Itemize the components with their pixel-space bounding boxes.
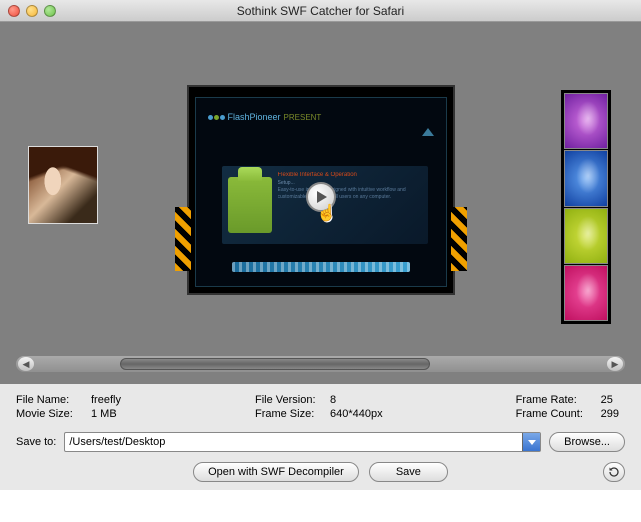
thumbnail-left[interactable] — [28, 146, 98, 224]
frame-count-value: 299 — [601, 408, 619, 420]
brand-text: FlashPioneer — [228, 112, 281, 122]
window-title: Sothink SWF Catcher for Safari — [0, 4, 641, 18]
cursor-icon: ☝ — [317, 203, 337, 223]
info-area: File Name:freefly Movie Size:1 MB File V… — [0, 384, 641, 490]
scroll-track[interactable] — [40, 359, 601, 369]
file-name-label: File Name: — [16, 394, 91, 406]
movie-size-label: Movie Size: — [16, 408, 91, 420]
save-button[interactable]: Save — [369, 462, 448, 482]
thumbnail-blue[interactable] — [564, 150, 608, 206]
action-row: Open with SWF Decompiler Save — [16, 462, 625, 482]
browse-button[interactable]: Browse... — [549, 432, 625, 452]
frame-count-label: Frame Count: — [516, 408, 601, 420]
thumbnail-green[interactable] — [564, 208, 608, 264]
nav-arrow-icon — [422, 128, 434, 136]
save-row: Save to: /Users/test/Desktop Browse... — [16, 432, 625, 452]
horizontal-scrollbar[interactable]: ◀ ▶ — [16, 356, 625, 372]
swf-player[interactable]: FlashPioneer PRESENT Flexible Interface … — [187, 85, 455, 295]
thumbnail-purple[interactable] — [564, 93, 608, 149]
product-icon — [228, 177, 272, 233]
brand-suffix: PRESENT — [284, 113, 322, 122]
scroll-thumb[interactable] — [120, 358, 430, 370]
frame-rate-label: Frame Rate: — [516, 394, 601, 406]
file-version-value: 8 — [330, 394, 336, 406]
frame-size-label: Frame Size: — [255, 408, 330, 420]
hazard-stripe-right — [451, 207, 467, 271]
file-name-value: freefly — [91, 394, 121, 406]
frame-rate-value: 25 — [601, 394, 613, 406]
open-decompiler-button[interactable]: Open with SWF Decompiler — [193, 462, 359, 482]
save-path-value: /Users/test/Desktop — [69, 436, 165, 448]
chevron-down-icon[interactable] — [522, 433, 540, 451]
save-path-combo[interactable]: /Users/test/Desktop — [64, 432, 541, 452]
player-progress[interactable] — [232, 262, 410, 272]
frame-size-value: 640*440px — [330, 408, 383, 420]
thumbnail-pink[interactable] — [564, 265, 608, 321]
save-to-label: Save to: — [16, 436, 56, 448]
brand-logo: FlashPioneer PRESENT — [208, 112, 322, 122]
scroll-right-button[interactable]: ▶ — [607, 357, 623, 371]
thumbnail-strip — [561, 90, 611, 324]
preview-row: FlashPioneer PRESENT Flexible Interface … — [16, 36, 625, 344]
content-text: Flexible Interface & Operation Setup... … — [278, 172, 422, 238]
preview-area: FlashPioneer PRESENT Flexible Interface … — [0, 22, 641, 384]
refresh-icon — [608, 466, 620, 478]
file-version-label: File Version: — [255, 394, 330, 406]
info-grid: File Name:freefly Movie Size:1 MB File V… — [16, 394, 625, 420]
refresh-button[interactable] — [603, 462, 625, 482]
movie-size-value: 1 MB — [91, 408, 117, 420]
hazard-stripe-left — [175, 207, 191, 271]
titlebar: Sothink SWF Catcher for Safari — [0, 0, 641, 22]
scroll-left-button[interactable]: ◀ — [18, 357, 34, 371]
